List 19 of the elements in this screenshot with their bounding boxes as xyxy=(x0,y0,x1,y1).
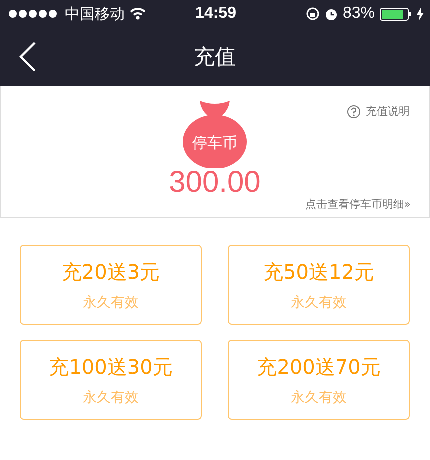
signal-icon xyxy=(8,9,60,19)
battery-icon xyxy=(380,8,412,20)
back-button[interactable] xyxy=(19,42,37,72)
charging-icon xyxy=(417,8,424,20)
help-icon[interactable] xyxy=(347,104,361,118)
wifi-icon xyxy=(130,8,146,20)
recharge-option[interactable]: 充200送70元 永久有效 xyxy=(228,340,410,420)
status-time: 14:59 xyxy=(196,5,236,23)
detail-link[interactable]: 点击查看停车币明细» xyxy=(305,197,411,212)
recharge-option[interactable]: 充100送30元 永久有效 xyxy=(20,340,202,420)
recharge-option[interactable]: 充50送12元 永久有效 xyxy=(228,245,410,325)
page-title: 充值 xyxy=(194,44,236,71)
help-link[interactable]: 充值说明 xyxy=(366,104,410,119)
carrier-name: 中国移动 xyxy=(65,4,125,24)
rotation-lock-icon xyxy=(306,7,320,21)
recharge-option[interactable]: 充20送3元 永久有效 xyxy=(20,245,202,325)
alarm-icon xyxy=(324,8,338,20)
battery-percent: 83% xyxy=(342,5,376,23)
balance-amount: 300.00 xyxy=(169,166,261,200)
